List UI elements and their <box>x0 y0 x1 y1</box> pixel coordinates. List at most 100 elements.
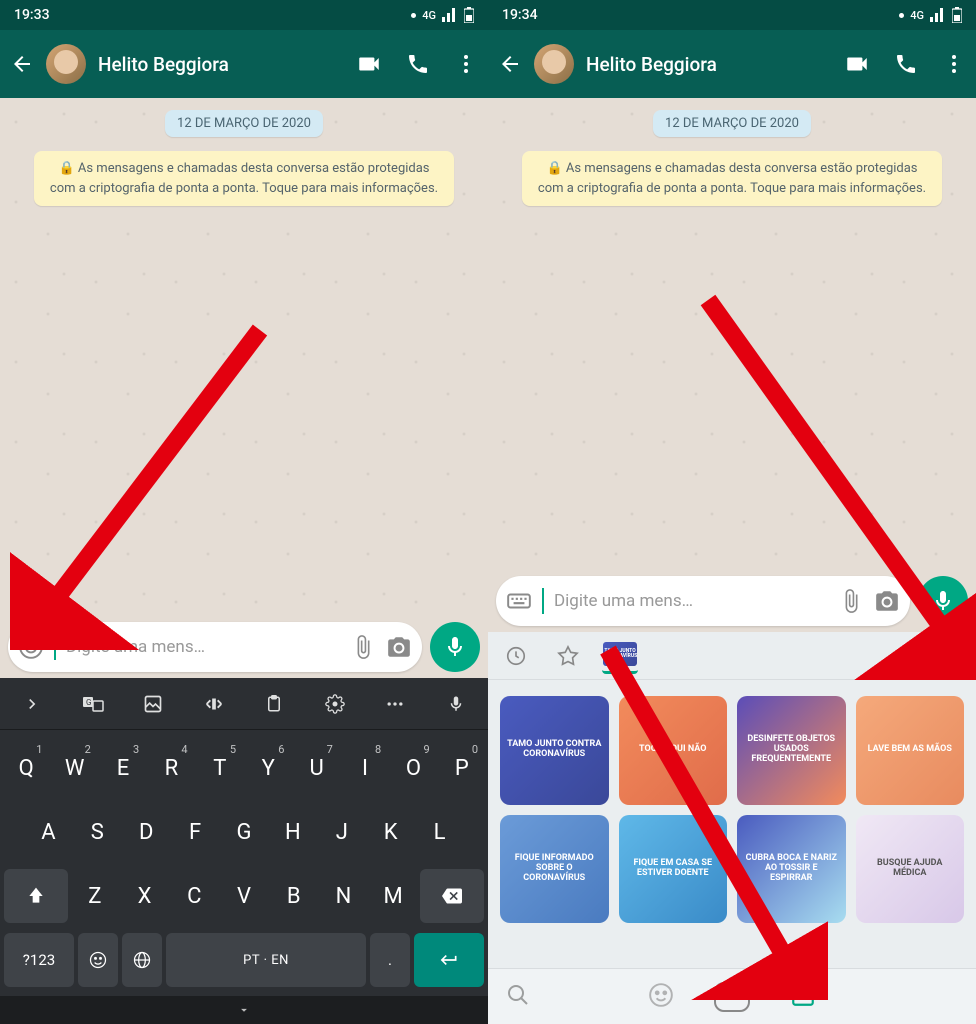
contact-name[interactable]: Helito Beggiora <box>98 53 344 76</box>
back-icon[interactable] <box>498 52 522 76</box>
key-emoji[interactable] <box>78 933 118 987</box>
nav-chevron-icon[interactable] <box>234 1003 254 1017</box>
sticker-tab-icon[interactable] <box>790 982 816 1012</box>
emoji-icon[interactable] <box>18 634 44 660</box>
svg-text:G: G <box>86 698 91 707</box>
key-m[interactable]: M <box>370 869 416 923</box>
keyboard-toolbar: G <box>0 678 488 730</box>
screenshot-right: 19:34 4G Helito Beggiora 12 DE MARÇO DE … <box>488 0 976 1024</box>
kb-clipboard-icon[interactable] <box>250 684 298 724</box>
keyboard-icon[interactable] <box>506 588 532 614</box>
key-h[interactable]: H <box>270 805 315 859</box>
key-w[interactable]: W2 <box>52 741 96 795</box>
keyboard-row-1: Q1 W2 E3 R4 T5 Y6 U7 I8 O9 P0 <box>4 741 484 795</box>
key-x[interactable]: X <box>122 869 168 923</box>
key-e[interactable]: E3 <box>101 741 145 795</box>
signal-icon <box>930 8 946 22</box>
kb-chevron-icon[interactable] <box>8 684 56 724</box>
voice-call-icon[interactable] <box>406 52 430 76</box>
avatar[interactable] <box>534 44 574 84</box>
key-n[interactable]: N <box>321 869 367 923</box>
video-call-icon[interactable] <box>356 51 382 77</box>
status-icons: 4G <box>899 7 962 23</box>
status-time: 19:34 <box>502 7 538 23</box>
attach-icon[interactable] <box>350 634 376 660</box>
key-t[interactable]: T5 <box>198 741 242 795</box>
chat-area: 12 DE MARÇO DE 2020 🔒 As mensagens e cha… <box>0 98 488 616</box>
key-a[interactable]: A <box>26 805 71 859</box>
emoji-tab-icon[interactable] <box>648 982 674 1012</box>
key-k[interactable]: K <box>368 805 413 859</box>
key-z[interactable]: Z <box>72 869 118 923</box>
contact-name[interactable]: Helito Beggiora <box>586 53 832 76</box>
sticker-item[interactable]: FIQUE INFORMADO SOBRE O CORONAVÍRUS <box>500 815 609 924</box>
app-bar: Helito Beggiora <box>0 30 488 98</box>
sticker-item[interactable]: DESINFETE OBJETOS USADOS FREQUENTEMENTE <box>737 696 846 805</box>
avatar[interactable] <box>46 44 86 84</box>
kb-translate-icon[interactable]: G <box>69 684 117 724</box>
more-icon[interactable] <box>942 52 966 76</box>
key-i[interactable]: I8 <box>343 741 387 795</box>
add-stickers-button[interactable] <box>930 638 966 674</box>
key-r[interactable]: R4 <box>149 741 193 795</box>
key-s[interactable]: S <box>75 805 120 859</box>
recent-tab[interactable] <box>498 638 534 674</box>
key-d[interactable]: D <box>124 805 169 859</box>
date-chip: 12 DE MARÇO DE 2020 <box>165 110 323 137</box>
message-input-row <box>0 616 488 678</box>
kb-settings-icon[interactable] <box>311 684 359 724</box>
screenshot-left: 19:33 4G Helito Beggiora 12 DE MARÇO DE … <box>0 0 488 1024</box>
kb-mic-icon[interactable] <box>432 684 480 724</box>
mic-button[interactable] <box>430 622 480 672</box>
message-input[interactable] <box>554 591 828 611</box>
key-j[interactable]: J <box>319 805 364 859</box>
encryption-notice[interactable]: 🔒 As mensagens e chamadas desta conversa… <box>34 151 454 206</box>
sticker-search-icon[interactable] <box>506 983 530 1011</box>
key-q[interactable]: Q1 <box>4 741 48 795</box>
key-b[interactable]: B <box>271 869 317 923</box>
key-u[interactable]: U7 <box>294 741 338 795</box>
camera-icon[interactable] <box>386 634 412 660</box>
video-call-icon[interactable] <box>844 51 870 77</box>
signal-icon <box>442 8 458 22</box>
key-space[interactable]: PT · EN <box>166 933 366 987</box>
camera-icon[interactable] <box>874 588 900 614</box>
sticker-item[interactable]: LAVE BEM AS MÃOS <box>856 696 965 805</box>
attach-icon[interactable] <box>838 588 864 614</box>
sticker-item[interactable]: FIQUE EM CASA SE ESTIVER DOENTE <box>619 815 728 924</box>
app-bar: Helito Beggiora <box>488 30 976 98</box>
key-g[interactable]: G <box>222 805 267 859</box>
key-period[interactable]: . <box>370 933 410 987</box>
key-backspace[interactable] <box>420 869 484 923</box>
key-l[interactable]: L <box>417 805 462 859</box>
sticker-item[interactable]: BUSQUE AJUDA MÉDICA <box>856 815 965 924</box>
back-icon[interactable] <box>10 52 34 76</box>
key-p[interactable]: P0 <box>440 741 484 795</box>
key-globe[interactable] <box>122 933 162 987</box>
mic-button[interactable] <box>918 576 968 626</box>
voice-call-icon[interactable] <box>894 52 918 76</box>
sticker-item[interactable]: TOCA AQUI NÃO <box>619 696 728 805</box>
key-enter[interactable] <box>414 933 484 987</box>
more-icon[interactable] <box>454 52 478 76</box>
status-time: 19:33 <box>14 7 50 23</box>
kb-more-icon[interactable] <box>371 684 419 724</box>
keyboard-row-3: Z X C V B N M <box>4 869 484 923</box>
key-c[interactable]: C <box>171 869 217 923</box>
message-input[interactable] <box>66 637 340 657</box>
gif-tab-icon[interactable]: GIF <box>714 982 750 1012</box>
key-shift[interactable] <box>4 869 68 923</box>
key-v[interactable]: V <box>221 869 267 923</box>
kb-text-icon[interactable] <box>190 684 238 724</box>
sticker-item[interactable]: TAMO JUNTO CONTRA CORONAVÍRUS <box>500 696 609 805</box>
encryption-notice[interactable]: 🔒 As mensagens e chamadas desta conversa… <box>522 151 942 206</box>
sticker-pack-tab[interactable]: TAMO JUNTO CORONAVÍRUS <box>602 638 638 674</box>
key-o[interactable]: O9 <box>391 741 435 795</box>
favorites-tab[interactable] <box>550 638 586 674</box>
keyboard[interactable]: G Q1 W2 E3 R4 T5 Y6 U7 I8 O9 P0 A <box>0 678 488 1024</box>
sticker-item[interactable]: CUBRA BOCA E NARIZ AO TOSSIR E ESPIRRAR <box>737 815 846 924</box>
kb-image-icon[interactable] <box>129 684 177 724</box>
key-f[interactable]: F <box>173 805 218 859</box>
key-y[interactable]: Y6 <box>246 741 290 795</box>
key-symbols[interactable]: ?123 <box>4 933 74 987</box>
